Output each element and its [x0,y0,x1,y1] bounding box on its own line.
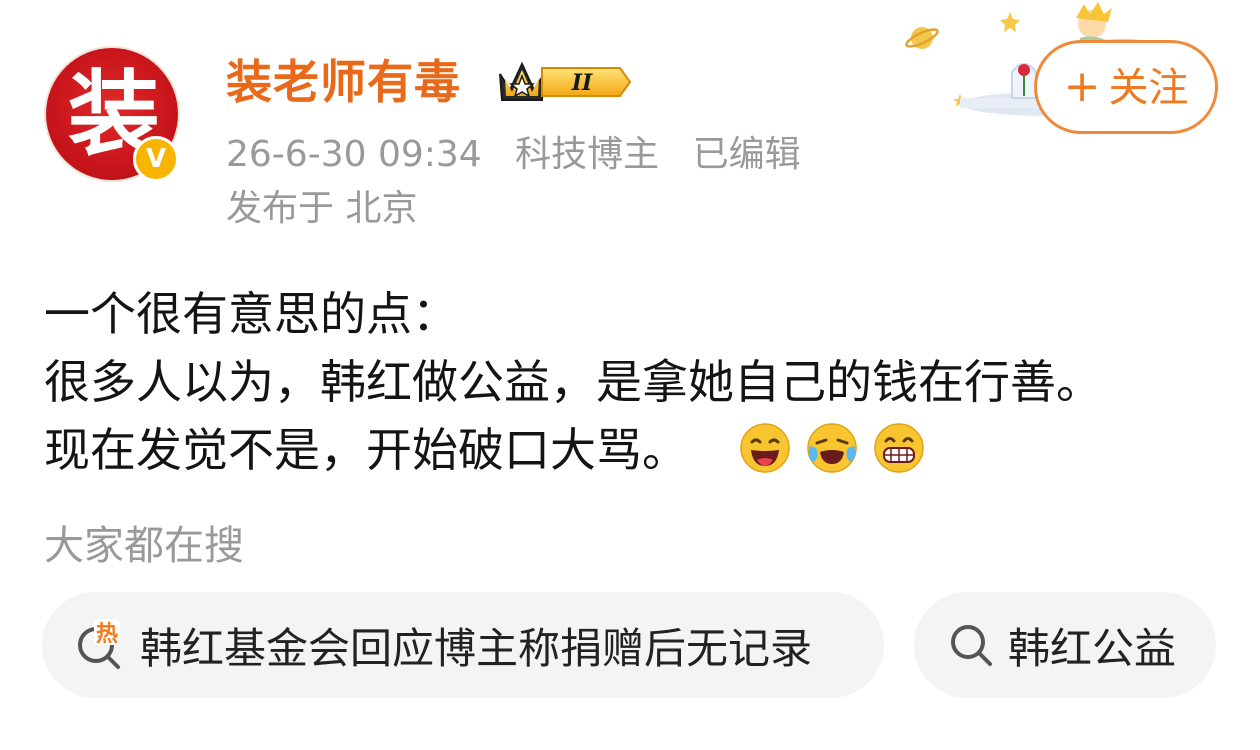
svg-text:热: 热 [96,621,118,647]
verified-badge-icon: V [133,136,179,182]
plus-icon: + [1063,61,1101,112]
post-line: 一个很有意思的点： [44,287,458,341]
crying-laughing-emoji-icon [807,423,857,473]
search-icon [951,625,992,666]
post-body: 一个很有意思的点： 很多人以为，韩红做公益，是拿她自己的钱在行善。 现在发觉不是… [44,280,1244,484]
post-line-text: 现在发觉不是，开始破口大骂。 [44,423,688,477]
follow-button-label: 关注 [1108,65,1189,111]
hot-search-icon: 热 [78,619,120,669]
post-location: 发布于 北京 [226,188,418,229]
verified-badge-label: V [145,144,167,174]
trending-search-chip-label: 韩红基金会回应博主称捐赠后无记录 [140,623,813,673]
trending-search-heading: 大家都在搜 [44,523,244,569]
laughing-emoji-icon [740,423,790,473]
trending-search-chip[interactable]: 韩红公益 [914,592,1216,698]
user-category[interactable]: 科技博主 [515,134,659,175]
post-timestamp: 26-6-30 09:34 [226,134,482,175]
username[interactable]: 装老师有毒 [226,52,461,112]
edited-label[interactable]: 已编辑 [693,134,801,175]
trending-search-chip-label: 韩红公益 [1008,623,1177,673]
post-line: 很多人以为，韩红做公益，是拿她自己的钱在行善。 [44,355,1102,409]
post-line: 现在发觉不是，开始破口大骂。 [44,416,1244,484]
follow-button[interactable]: + 关注 [1034,40,1218,134]
grinning-emoji-icon [873,423,924,473]
trending-search-chip[interactable]: 热 韩红基金会回应博主称捐赠后无记录 [42,592,884,698]
post-meta: 26-6-30 09:34 科技博主 已编辑 [226,132,823,178]
crown-level-label: II [571,70,593,96]
crown-level-badge-icon: II [499,61,632,101]
